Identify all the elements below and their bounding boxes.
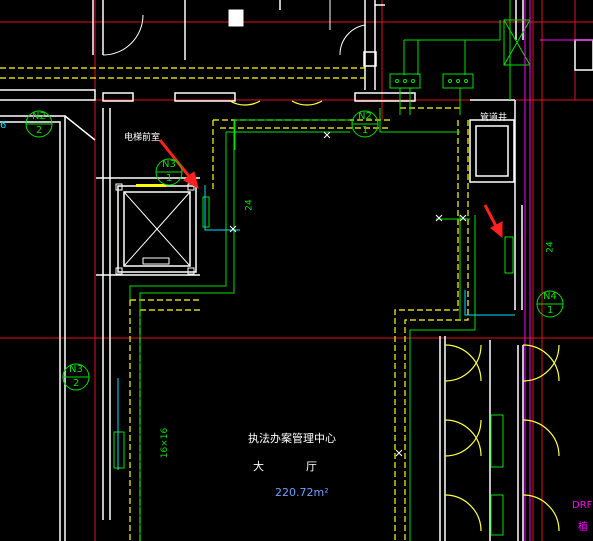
pipe-well-label: 管道井 <box>480 113 508 123</box>
room-type-char-1: 大 <box>253 460 264 473</box>
cad-drawing-canvas: N2 2 N2 1 N3 1 N3 2 N4 1 电梯前室 管道井 执法办案管理… <box>0 0 593 541</box>
room-type-char-2: 厅 <box>306 460 317 473</box>
marker-label-n2-2-num: 2 <box>36 125 43 136</box>
marker-label-n4-1-num: 1 <box>547 305 554 316</box>
dimension-24-left: 24 <box>244 199 255 211</box>
marker-label-n3-2-id: N3 <box>69 364 83 375</box>
dimension-16x16: 16×16 <box>160 427 171 459</box>
dimension-24-right: 24 <box>545 241 556 253</box>
right-partial-label: 6 <box>0 120 7 131</box>
room-area-label: 220.72m² <box>275 486 329 499</box>
marker-label-n4-1-id: N4 <box>543 291 557 302</box>
room-name-label: 执法办案管理中心 <box>248 432 336 445</box>
cut-text-drf: DRF <box>572 500 593 511</box>
marker-label-n2-1-id: N2 <box>358 111 372 122</box>
marker-label-n2-1-num: 1 <box>362 125 369 136</box>
marker-label-n3-2-num: 2 <box>73 378 80 389</box>
marker-label-n3-1-num: 1 <box>166 173 173 184</box>
marker-label-n3-1-id: N3 <box>162 159 176 170</box>
side-text: 植 <box>578 522 588 533</box>
marker-label-n2-2-id: N2 <box>32 111 46 122</box>
elevator-room-label: 电梯前室 <box>124 133 161 143</box>
